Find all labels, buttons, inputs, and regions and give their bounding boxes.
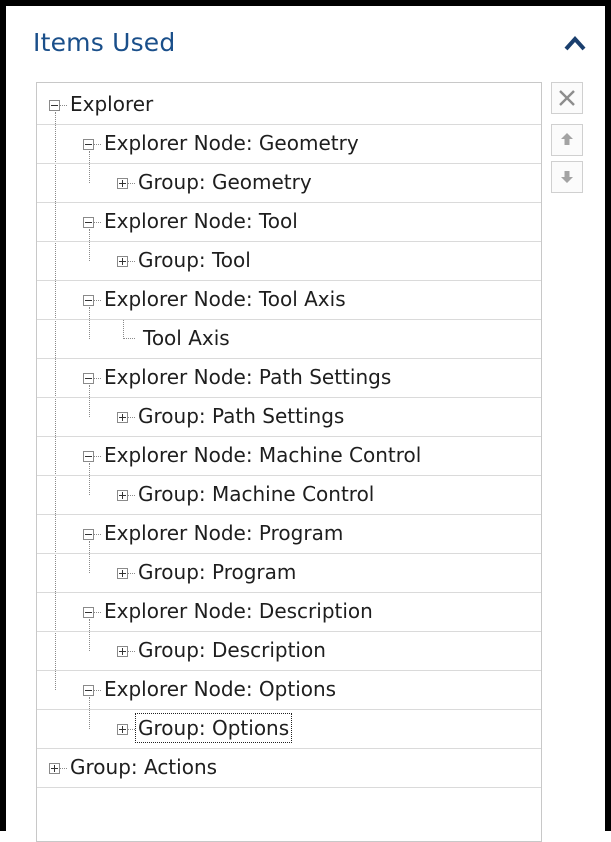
tree-row[interactable]: Group: Program bbox=[37, 554, 541, 593]
tree-connector bbox=[128, 417, 135, 418]
tree-connector bbox=[94, 690, 101, 691]
tree-row-label: Group: Actions bbox=[70, 755, 218, 779]
expand-icon[interactable] bbox=[117, 178, 128, 189]
expand-icon[interactable] bbox=[117, 256, 128, 267]
tree-row[interactable]: Group: Actions bbox=[37, 749, 541, 788]
tree-row[interactable]: Explorer Node: Tool bbox=[37, 203, 541, 242]
tree-row[interactable]: Explorer bbox=[37, 86, 541, 125]
close-icon bbox=[552, 90, 582, 117]
tree-row-label: Explorer Node: Tool bbox=[104, 209, 298, 233]
expand-icon[interactable] bbox=[117, 724, 128, 735]
tree-row-label: Group: Options bbox=[134, 713, 293, 743]
collapse-icon[interactable] bbox=[83, 607, 94, 618]
tree-connector bbox=[94, 456, 101, 457]
expand-icon[interactable] bbox=[117, 412, 128, 423]
collapse-icon[interactable] bbox=[49, 100, 60, 111]
items-tree[interactable]: Explorer Explorer Node: Geometry Group: Ge… bbox=[36, 82, 542, 842]
tree-connector bbox=[128, 651, 135, 652]
tree-row-label: Group: Path Settings bbox=[138, 404, 345, 428]
tree-row-label: Explorer Node: Machine Control bbox=[104, 443, 422, 467]
tree-row[interactable]: Tool Axis bbox=[37, 320, 541, 359]
tree-row-label: Tool Axis bbox=[143, 326, 230, 350]
remove-button[interactable] bbox=[551, 82, 583, 114]
move-up-button[interactable] bbox=[551, 124, 583, 156]
expand-icon[interactable] bbox=[117, 568, 128, 579]
expand-icon[interactable] bbox=[117, 646, 128, 657]
tree-row[interactable]: Explorer Node: Options bbox=[37, 671, 541, 710]
arrow-up-icon bbox=[552, 133, 582, 159]
tree-row[interactable]: Explorer Node: Path Settings bbox=[37, 359, 541, 398]
collapse-icon[interactable] bbox=[83, 217, 94, 228]
tree-connector bbox=[94, 144, 101, 145]
tree-row[interactable]: Explorer Node: Geometry bbox=[37, 125, 541, 164]
panel-title: Items Used bbox=[33, 28, 176, 57]
tree-connector bbox=[94, 300, 101, 301]
tree-connector bbox=[128, 495, 135, 496]
tree-connector bbox=[94, 612, 101, 613]
tree-row[interactable]: Group: Geometry bbox=[37, 164, 541, 203]
collapse-icon[interactable] bbox=[83, 451, 94, 462]
tree-row[interactable]: Explorer Node: Program bbox=[37, 515, 541, 554]
collapse-icon[interactable] bbox=[83, 685, 94, 696]
tree-row[interactable]: Group: Tool bbox=[37, 242, 541, 281]
move-down-button[interactable] bbox=[551, 161, 583, 193]
chevron-up-icon[interactable] bbox=[561, 30, 589, 58]
tree-row-label: Explorer Node: Description bbox=[104, 599, 373, 623]
tree-row-label: Explorer Node: Path Settings bbox=[104, 365, 392, 389]
tree-connector bbox=[60, 105, 67, 106]
tree-row[interactable]: Explorer Node: Tool Axis bbox=[37, 281, 541, 320]
collapse-icon[interactable] bbox=[83, 373, 94, 384]
tree-row[interactable]: Group: Description bbox=[37, 632, 541, 671]
items-used-panel: Items Used Explorer Explorer Node: Geomet… bbox=[0, 0, 611, 842]
tree-connector bbox=[94, 378, 101, 379]
tree-row-label: Group: Description bbox=[138, 638, 326, 662]
tree-row-label: Group: Tool bbox=[138, 248, 251, 272]
panel-header: Items Used bbox=[6, 6, 605, 80]
tree-row-label: Explorer Node: Program bbox=[104, 521, 344, 545]
expand-icon[interactable] bbox=[49, 763, 60, 774]
tree-row[interactable]: Explorer Node: Description bbox=[37, 593, 541, 632]
tree-row[interactable]: Group: Options bbox=[37, 710, 541, 749]
tree-row-label: Group: Machine Control bbox=[138, 482, 375, 506]
tree-row-label: Group: Program bbox=[138, 560, 297, 584]
arrow-down-icon bbox=[552, 171, 582, 196]
tree-row[interactable]: Group: Machine Control bbox=[37, 476, 541, 515]
collapse-icon[interactable] bbox=[83, 295, 94, 306]
tree-row-label: Group: Geometry bbox=[138, 170, 312, 194]
collapse-icon[interactable] bbox=[83, 529, 94, 540]
collapse-icon[interactable] bbox=[83, 139, 94, 150]
tree-connector bbox=[60, 768, 67, 769]
tree-row[interactable]: Group: Path Settings bbox=[37, 398, 541, 437]
tree-row-label: Explorer Node: Tool Axis bbox=[104, 287, 346, 311]
tree-row[interactable]: Explorer Node: Machine Control bbox=[37, 437, 541, 476]
expand-icon[interactable] bbox=[117, 490, 128, 501]
tree-connector bbox=[128, 183, 135, 184]
tree-row-label: Explorer bbox=[70, 92, 154, 116]
tree-row-label: Explorer Node: Options bbox=[104, 677, 337, 701]
tree-connector bbox=[123, 320, 135, 339]
tree-connector bbox=[128, 573, 135, 574]
tree-row-label: Explorer Node: Geometry bbox=[104, 131, 359, 155]
tree-connector bbox=[128, 729, 135, 730]
tree-connector bbox=[128, 261, 135, 262]
tree-connector bbox=[94, 534, 101, 535]
tree-connector bbox=[94, 222, 101, 223]
